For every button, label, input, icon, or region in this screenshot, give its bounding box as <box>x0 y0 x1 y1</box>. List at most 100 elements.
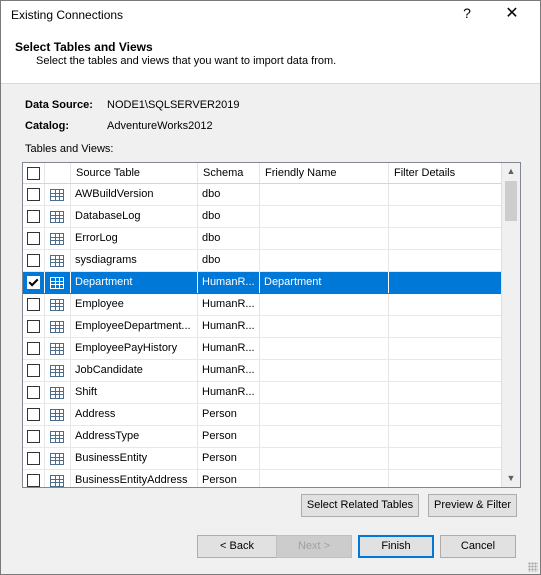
row-checkbox-cell[interactable] <box>23 426 45 447</box>
source-table-cell: ErrorLog <box>71 228 198 249</box>
catalog-value: AdventureWorks2012 <box>107 120 213 132</box>
row-checkbox-cell[interactable] <box>23 338 45 359</box>
filter-details-cell <box>389 272 501 293</box>
row-checkbox[interactable] <box>27 188 40 201</box>
column-header-friendly-name[interactable]: Friendly Name <box>260 163 389 183</box>
table-row[interactable]: Employee HumanR... <box>23 294 501 316</box>
table-row[interactable]: AddressType Person <box>23 426 501 448</box>
row-checkbox[interactable] <box>27 430 40 443</box>
table-row[interactable]: BusinessEntityAddress Person <box>23 470 501 487</box>
friendly-name-cell[interactable] <box>260 206 389 227</box>
help-button[interactable]: ? <box>456 5 478 21</box>
table-row[interactable]: Shift HumanR... <box>23 382 501 404</box>
table-icon <box>50 233 64 245</box>
friendly-name-cell[interactable] <box>260 316 389 337</box>
scroll-down-icon[interactable]: ▼ <box>502 470 520 487</box>
grid-header: Source Table Schema Friendly Name Filter… <box>23 163 501 184</box>
friendly-name-cell[interactable] <box>260 470 389 487</box>
row-checkbox-cell[interactable] <box>23 206 45 227</box>
filter-details-cell <box>389 426 501 447</box>
select-all-header[interactable] <box>23 163 45 183</box>
source-table-cell: Address <box>71 404 198 425</box>
friendly-name-cell[interactable] <box>260 360 389 381</box>
scroll-up-icon[interactable]: ▲ <box>502 163 520 180</box>
table-icon <box>50 475 64 487</box>
table-row[interactable]: Address Person <box>23 404 501 426</box>
row-checkbox[interactable] <box>27 254 40 267</box>
filter-details-cell <box>389 360 501 381</box>
row-checkbox-cell[interactable] <box>23 228 45 249</box>
filter-details-cell <box>389 316 501 337</box>
friendly-name-cell[interactable] <box>260 338 389 359</box>
source-table-cell: EmployeeDepartment... <box>71 316 198 337</box>
cancel-button[interactable]: Cancel <box>440 535 516 558</box>
vertical-scrollbar[interactable]: ▲ ▼ <box>501 163 520 487</box>
row-checkbox-cell[interactable] <box>23 184 45 205</box>
table-row[interactable]: DatabaseLog dbo <box>23 206 501 228</box>
table-row[interactable]: Department HumanR... Department <box>23 272 501 294</box>
back-button[interactable]: < Back <box>197 535 277 558</box>
friendly-name-cell[interactable] <box>260 382 389 403</box>
row-checkbox-cell[interactable] <box>23 250 45 271</box>
window-title: Existing Connections <box>11 8 124 22</box>
filter-details-cell <box>389 382 501 403</box>
row-checkbox[interactable] <box>27 232 40 245</box>
filter-details-cell <box>389 250 501 271</box>
friendly-name-cell[interactable] <box>260 448 389 469</box>
table-icon <box>50 431 64 443</box>
row-icon-cell <box>45 206 71 227</box>
tables-grid[interactable]: Source Table Schema Friendly Name Filter… <box>22 162 521 488</box>
data-source-value: NODE1\SQLSERVER2019 <box>107 99 240 111</box>
select-all-checkbox[interactable] <box>27 167 40 180</box>
friendly-name-cell[interactable] <box>260 426 389 447</box>
row-checkbox-cell[interactable] <box>23 360 45 381</box>
friendly-name-cell[interactable] <box>260 228 389 249</box>
table-row[interactable]: AWBuildVersion dbo <box>23 184 501 206</box>
friendly-name-cell[interactable] <box>260 404 389 425</box>
friendly-name-cell[interactable] <box>260 250 389 271</box>
table-row[interactable]: EmployeePayHistory HumanR... <box>23 338 501 360</box>
icon-column-header <box>45 163 71 183</box>
select-related-tables-button[interactable]: Select Related Tables <box>301 494 419 517</box>
row-checkbox-cell[interactable] <box>23 382 45 403</box>
row-checkbox[interactable] <box>27 298 40 311</box>
table-row[interactable]: JobCandidate HumanR... <box>23 360 501 382</box>
row-checkbox[interactable] <box>27 408 40 421</box>
row-checkbox[interactable] <box>27 276 40 289</box>
preview-filter-button[interactable]: Preview & Filter <box>428 494 517 517</box>
table-row[interactable]: BusinessEntity Person <box>23 448 501 470</box>
next-button[interactable]: Next > <box>276 535 352 558</box>
table-row[interactable]: EmployeeDepartment... HumanR... <box>23 316 501 338</box>
row-checkbox[interactable] <box>27 342 40 355</box>
row-checkbox[interactable] <box>27 210 40 223</box>
row-checkbox-cell[interactable] <box>23 448 45 469</box>
row-checkbox[interactable] <box>27 386 40 399</box>
finish-button[interactable]: Finish <box>358 535 434 558</box>
filter-details-cell <box>389 228 501 249</box>
row-checkbox[interactable] <box>27 452 40 465</box>
table-row[interactable]: sysdiagrams dbo <box>23 250 501 272</box>
row-checkbox-cell[interactable] <box>23 404 45 425</box>
row-checkbox-cell[interactable] <box>23 272 45 293</box>
close-button[interactable]: ✕ <box>501 3 523 23</box>
friendly-name-cell[interactable] <box>260 294 389 315</box>
row-checkbox-cell[interactable] <box>23 470 45 487</box>
friendly-name-cell[interactable]: Department <box>260 272 389 293</box>
table-row[interactable]: ErrorLog dbo <box>23 228 501 250</box>
row-checkbox[interactable] <box>27 474 40 487</box>
row-checkbox-cell[interactable] <box>23 316 45 337</box>
row-checkbox[interactable] <box>27 320 40 333</box>
column-header-filter-details[interactable]: Filter Details <box>389 163 501 183</box>
resize-grip-icon[interactable] <box>528 562 538 572</box>
row-checkbox[interactable] <box>27 364 40 377</box>
column-header-schema[interactable]: Schema <box>198 163 260 183</box>
row-checkbox-cell[interactable] <box>23 294 45 315</box>
friendly-name-cell[interactable] <box>260 184 389 205</box>
scrollbar-thumb[interactable] <box>505 181 517 221</box>
schema-cell: Person <box>198 404 260 425</box>
table-icon <box>50 321 64 333</box>
table-icon <box>50 343 64 355</box>
column-header-source-table[interactable]: Source Table <box>71 163 198 183</box>
table-icon <box>50 299 64 311</box>
schema-cell: HumanR... <box>198 272 260 293</box>
